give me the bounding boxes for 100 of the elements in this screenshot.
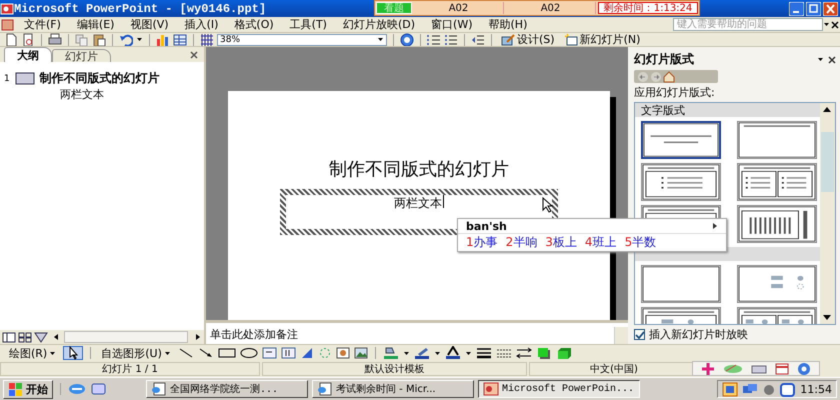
browser-icon[interactable]	[68, 381, 86, 397]
pane-title: 幻灯片版式	[634, 51, 694, 68]
arrow-icon[interactable]	[198, 347, 214, 359]
home-icon[interactable]	[663, 70, 675, 82]
window-icon[interactable]	[775, 362, 789, 376]
normal-view-icon[interactable]	[2, 331, 16, 343]
undo-icon[interactable]	[119, 33, 133, 46]
bulleted-list-icon[interactable]	[444, 33, 458, 46]
ime-input-text: ban'sh	[466, 220, 507, 232]
menu-item[interactable]: 幻灯片放映(D)	[334, 17, 424, 32]
slide-title[interactable]: 制作不同版式的幻灯片	[329, 157, 509, 181]
vertical-textbox-icon[interactable]	[280, 347, 296, 359]
textbox-icon[interactable]	[262, 347, 277, 359]
line-color-icon[interactable]	[414, 346, 430, 360]
fill-color-icon[interactable]	[382, 346, 399, 360]
font-color-icon[interactable]	[444, 346, 461, 360]
check-icon	[635, 330, 644, 338]
section-label: 应用幻灯片版式:	[634, 85, 716, 100]
printer-icon[interactable]	[48, 33, 62, 46]
ime-candidate[interactable]: 1办事	[466, 234, 498, 251]
menu-item[interactable]: 窗口(W)	[423, 17, 480, 32]
zoom-combobox[interactable]: 38%	[217, 34, 387, 46]
slide-icon[interactable]	[14, 72, 35, 85]
pointer-icon	[67, 346, 80, 360]
arrow-style-icon[interactable]	[516, 346, 532, 360]
language-icon[interactable]	[701, 362, 715, 376]
taskbar-button[interactable]: 全国网络学院统一测...	[146, 380, 308, 398]
oval-icon[interactable]	[240, 347, 258, 359]
decrease-indent-icon[interactable]	[471, 33, 485, 46]
close-icon[interactable]	[828, 56, 836, 64]
layout-thumbnail[interactable]	[737, 163, 817, 201]
autoshapes-button[interactable]: 自选图形(U)	[98, 346, 174, 360]
help-field[interactable]: 键入需要帮助的问题	[673, 18, 823, 31]
layout-thumbnail[interactable]	[641, 265, 721, 303]
app-icon	[0, 2, 14, 16]
menu-item[interactable]: 插入(I)	[176, 17, 226, 32]
help-icon[interactable]	[400, 33, 414, 46]
taskbar-button[interactable]: Microsoft PowerPoin...	[478, 380, 640, 398]
line-style-icon[interactable]	[476, 346, 492, 360]
ime-candidate[interactable]: 4班上	[584, 234, 617, 251]
minimize-icon[interactable]	[789, 2, 804, 16]
caret-icon	[49, 350, 56, 356]
tray-app-icon[interactable]	[780, 382, 796, 396]
maximize-icon[interactable]	[806, 2, 821, 16]
browser-page-icon	[317, 382, 333, 396]
draw-menu-button[interactable]: 绘图(R)	[6, 346, 60, 360]
taskbar-button[interactable]: 考试剩余时间 - Micr...	[312, 380, 474, 398]
windows-icon	[8, 382, 23, 396]
menu-item[interactable]: 文件(F)	[16, 17, 69, 32]
chart-icon[interactable]	[156, 33, 170, 46]
print-preview-icon[interactable]	[21, 33, 35, 46]
outline-text[interactable]: 两栏文本	[4, 87, 200, 102]
help-dropdown-icon[interactable]	[823, 21, 830, 28]
horizontal-scrollbar[interactable]	[64, 331, 188, 343]
wordart-icon[interactable]	[300, 347, 314, 359]
vertical-scrollbar[interactable]	[614, 327, 628, 344]
select-button[interactable]	[63, 346, 84, 360]
menu-item[interactable]: 帮助(H)	[480, 17, 536, 32]
help-icon[interactable]	[797, 362, 811, 376]
menu-item[interactable]: 工具(T)	[282, 17, 335, 32]
pane-menu-icon[interactable]	[817, 56, 824, 63]
paste-icon[interactable]	[92, 33, 106, 46]
ime-candidate[interactable]: 2半响	[506, 234, 538, 251]
outline-title[interactable]: 制作不同版式的幻灯片	[40, 70, 160, 87]
caret-icon	[377, 36, 384, 43]
placeholder-text: 两栏文本	[394, 195, 442, 212]
ime-candidate[interactable]: 5半数	[624, 234, 656, 251]
menu-item[interactable]: 格式(O)	[226, 17, 282, 32]
scrollbar-thumb[interactable]	[821, 132, 834, 192]
picture-icon[interactable]	[354, 347, 368, 359]
layout-thumbnail[interactable]	[641, 121, 721, 159]
checkbox[interactable]	[634, 329, 645, 340]
table-icon[interactable]	[173, 33, 187, 46]
layout-thumbnail[interactable]	[737, 121, 817, 159]
text-cursor	[443, 195, 444, 208]
new-slide-button[interactable]: 新幻灯片(N)	[560, 33, 644, 46]
menu-item[interactable]: 编辑(E)	[68, 17, 122, 32]
layout-thumbnail[interactable]	[737, 205, 817, 243]
pane-tab[interactable]: 幻灯片	[52, 49, 111, 62]
start-button[interactable]: 开始	[3, 380, 53, 398]
layout-thumbnail[interactable]	[641, 163, 721, 201]
checkbox-label: 插入新幻灯片时放映	[649, 327, 748, 342]
clip-art-icon[interactable]	[336, 347, 350, 359]
pointer-icon	[542, 197, 554, 213]
layout-thumbnail[interactable]	[737, 265, 817, 303]
numbered-list-icon[interactable]	[427, 33, 441, 46]
close-icon[interactable]	[190, 50, 198, 58]
page-arrow-icon[interactable]	[712, 222, 718, 230]
line-icon[interactable]	[178, 347, 194, 359]
menu-item[interactable]: 视图(V)	[122, 17, 177, 32]
design-button[interactable]: 设计(S)	[498, 33, 558, 46]
3d-icon[interactable]	[556, 346, 572, 360]
slide-sorter-icon[interactable]	[18, 331, 32, 343]
ime-candidate[interactable]: 3板上	[545, 234, 577, 251]
shadow-icon[interactable]	[536, 346, 552, 360]
design-icon	[501, 33, 515, 46]
grid-icon[interactable]	[200, 33, 214, 46]
notes-field[interactable]: 单击此处添加备注	[210, 327, 298, 344]
rectangle-icon[interactable]	[218, 347, 236, 359]
close-icon[interactable]	[830, 20, 840, 30]
